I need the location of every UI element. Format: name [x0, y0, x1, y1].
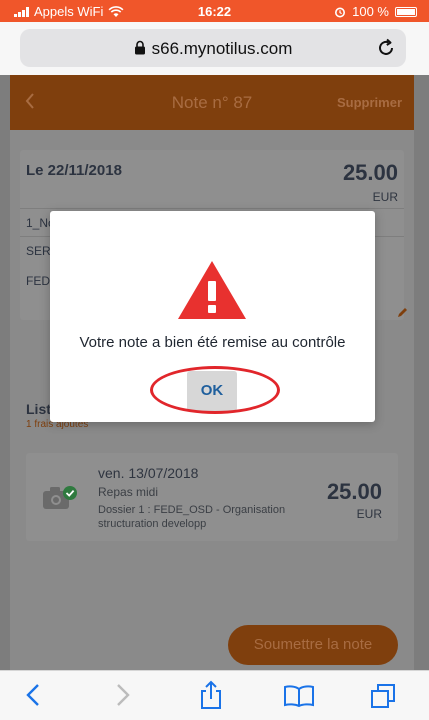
warning-icon	[178, 261, 246, 319]
expense-folder: Dossier 1 : FEDE_OSD - Organisation stru…	[98, 504, 286, 530]
app-footer: Soumettre la note	[10, 620, 414, 670]
reload-icon[interactable]	[376, 38, 396, 58]
battery-percent: 100 %	[352, 4, 389, 19]
expense-category: Repas midi	[98, 485, 159, 499]
note-service: SER	[26, 244, 51, 258]
edit-pencil-icon[interactable]	[396, 307, 408, 319]
confirmation-dialog: Votre note a bien été remise au contrôle…	[50, 211, 375, 422]
receipt-camera-icon	[43, 486, 77, 509]
status-bar: Appels WiFi 16:22 100 %	[0, 0, 429, 22]
expense-item[interactable]: ven. 13/07/2018 Repas midi Dossier 1 : F…	[26, 453, 398, 541]
dialog-message: Votre note a bien été remise au contrôle	[79, 334, 346, 351]
back-icon[interactable]	[26, 683, 40, 707]
browser-toolbar	[0, 670, 429, 720]
lock-icon	[134, 40, 145, 55]
note-date: Le 22/11/2018	[26, 162, 122, 179]
url-display: s66.mynotilus.com	[20, 39, 406, 59]
alarm-icon	[335, 7, 346, 17]
divider	[20, 208, 404, 209]
ok-highlight-circle	[150, 366, 280, 414]
battery-icon	[395, 6, 417, 17]
forward-icon[interactable]	[116, 683, 130, 707]
status-right: 100 %	[334, 4, 417, 19]
note-amount: 25.00	[342, 160, 398, 185]
share-icon[interactable]	[200, 680, 222, 710]
expense-currency: EUR	[356, 507, 382, 521]
page-margin-right	[414, 75, 429, 670]
bookmarks-icon[interactable]	[284, 685, 314, 707]
page-margin-left	[0, 75, 10, 670]
tabs-icon[interactable]	[370, 683, 396, 709]
delete-button[interactable]: Supprimer	[337, 95, 402, 110]
note-currency: EUR	[372, 190, 398, 204]
url-text: s66.mynotilus.com	[151, 39, 293, 58]
app-header: Note n° 87 Supprimer	[10, 75, 414, 130]
submit-note-button[interactable]: Soumettre la note	[228, 625, 398, 665]
expense-list-title: List	[26, 401, 51, 417]
browser-address-bar: s66.mynotilus.com	[0, 22, 429, 75]
url-field[interactable]: s66.mynotilus.com	[20, 29, 406, 67]
expense-amount: 25.00	[326, 479, 382, 504]
expense-date: ven. 13/07/2018	[98, 465, 199, 481]
